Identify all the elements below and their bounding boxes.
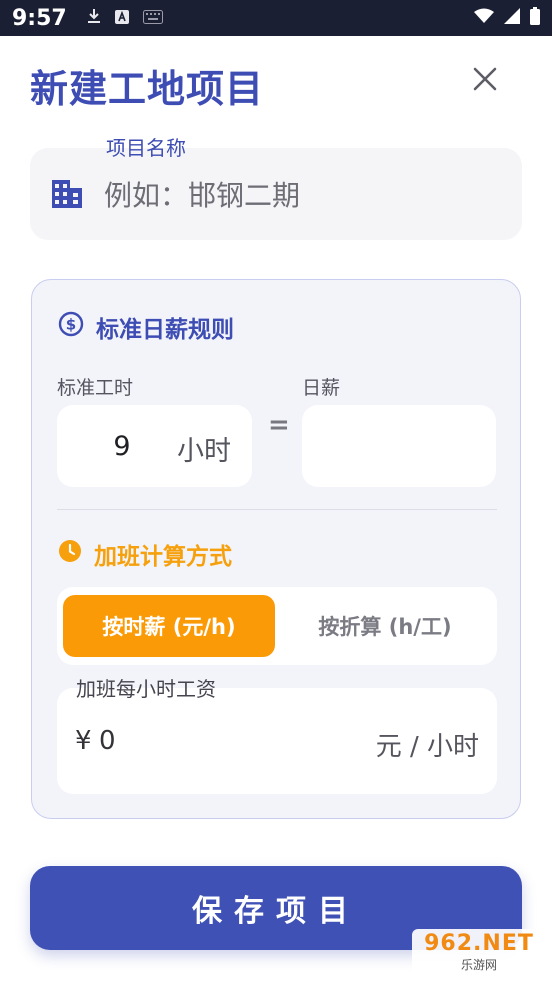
svg-text:$: $ xyxy=(66,316,76,334)
download-icon xyxy=(87,8,101,28)
a-icon xyxy=(114,9,129,28)
overtime-hourly-field[interactable]: ¥ 元 / 小时 xyxy=(57,688,497,794)
wage-rules-card: $ 标准日薪规则 标准工时 日薪 小时 = 加班计算方式 按时薪 (元/h) 按… xyxy=(31,279,521,819)
watermark-line2: 乐游网 xyxy=(460,958,497,972)
daily-wage-label: 日薪 xyxy=(302,377,341,399)
overtime-section-header: 加班计算方式 xyxy=(58,537,232,571)
mode-convert-button[interactable]: 按折算 (h/工) xyxy=(279,595,491,657)
mode-hourly-button[interactable]: 按时薪 (元/h) xyxy=(63,595,275,657)
status-time: 9:57 xyxy=(12,5,67,31)
standard-hours-input[interactable] xyxy=(87,421,157,471)
dollar-circle-icon: $ xyxy=(58,311,84,343)
signal-icon xyxy=(504,8,520,28)
daily-wage-section-header: $ 标准日薪规则 xyxy=(58,310,234,344)
battery-icon xyxy=(530,7,540,29)
wifi-icon xyxy=(474,8,494,28)
clock-icon xyxy=(58,539,82,569)
hours-unit: 小时 xyxy=(177,436,231,467)
daily-wage-section-title: 标准日薪规则 xyxy=(96,317,234,343)
site-watermark: 962.NET 乐游网 xyxy=(412,929,546,975)
watermark-line1: 962.NET xyxy=(424,931,534,956)
new-project-sheet: 新建工地项目 项目名称 $ 标准日薪规则 标准工时 日薪 xyxy=(0,36,552,981)
close-button[interactable] xyxy=(466,62,504,100)
page-title: 新建工地项目 xyxy=(30,67,265,111)
section-divider xyxy=(57,509,497,510)
equals-sign: = xyxy=(268,410,290,440)
standard-hours-field[interactable]: 小时 xyxy=(57,405,252,487)
overtime-unit: 元 / 小时 xyxy=(375,732,479,762)
keyboard-icon xyxy=(142,9,163,28)
overtime-mode-toggle: 按时薪 (元/h) 按折算 (h/工) xyxy=(57,587,497,665)
project-name-field[interactable] xyxy=(30,148,522,240)
project-name-label: 项目名称 xyxy=(106,136,186,160)
standard-hours-label: 标准工时 xyxy=(57,377,134,399)
overtime-hourly-input[interactable] xyxy=(99,718,299,764)
status-right xyxy=(474,7,540,29)
overtime-hourly-label: 加班每小时工资 xyxy=(76,677,216,701)
status-bar: 9:57 xyxy=(0,0,552,36)
close-icon xyxy=(473,67,497,95)
project-name-input[interactable] xyxy=(104,170,504,220)
daily-wage-input[interactable] xyxy=(316,421,482,471)
building-icon xyxy=(52,180,82,212)
overtime-section-title: 加班计算方式 xyxy=(94,544,232,570)
daily-wage-field[interactable] xyxy=(302,405,496,487)
currency-symbol: ¥ xyxy=(75,726,92,756)
